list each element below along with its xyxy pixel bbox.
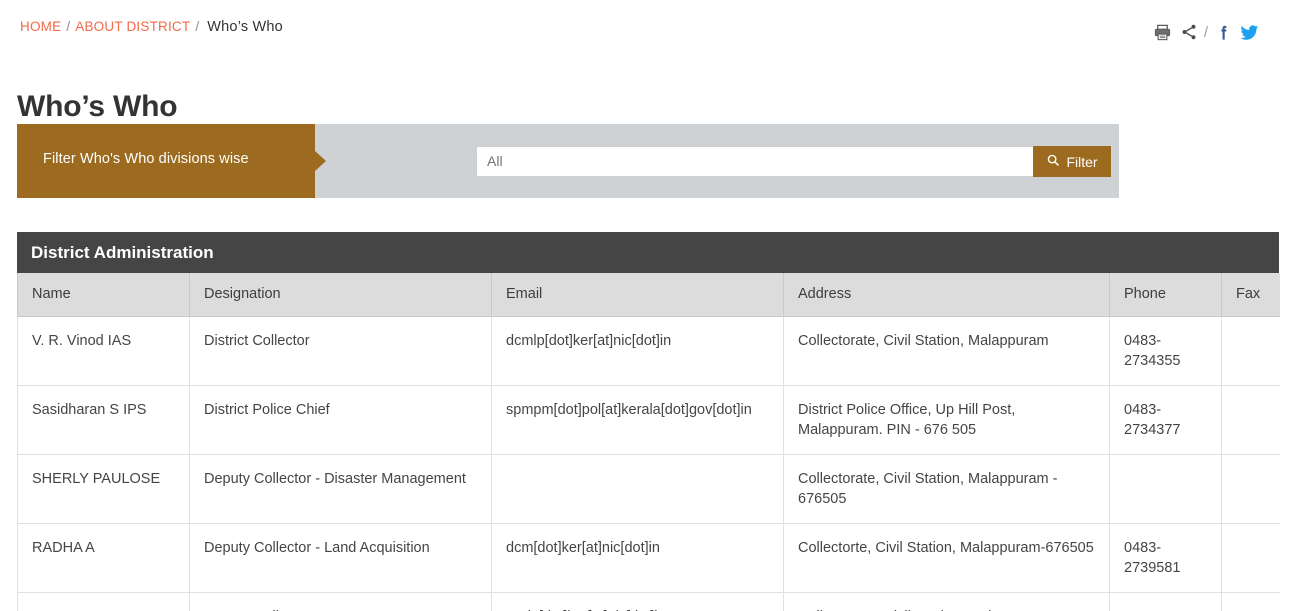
- cell-phone: [1109, 454, 1222, 524]
- top-bar: HOME / ABOUT DISTRICT / Who’s Who /: [0, 0, 1296, 58]
- filter-label: Filter Who's Who divisions wise: [43, 151, 249, 167]
- breadcrumb-about-district[interactable]: ABOUT DISTRICT: [75, 19, 190, 34]
- column-header-email: Email: [491, 273, 784, 317]
- cell-address: Collectorte, Civil Station, Malappuram-6…: [783, 523, 1110, 593]
- table-body: V. R. Vinod IAS District Collector dcmlp[d…: [17, 316, 1280, 611]
- breadcrumb-home[interactable]: HOME: [20, 19, 61, 34]
- table-row: SHERLY PAULOSE Deputy Collector - Disaste…: [17, 454, 1280, 524]
- cell-fax: [1221, 385, 1280, 455]
- column-header-address: Address: [783, 273, 1110, 317]
- cell-name: SINDU P: [17, 592, 190, 611]
- cell-fax: [1221, 523, 1280, 593]
- table-row: RADHA A Deputy Collector - Land Acquisiti…: [17, 523, 1280, 593]
- twitter-icon[interactable]: [1236, 20, 1262, 44]
- breadcrumb: HOME / ABOUT DISTRICT / Who’s Who: [20, 19, 283, 35]
- cell-name: V. R. Vinod IAS: [17, 316, 190, 386]
- cell-phone: 0483-2739574: [1109, 592, 1222, 611]
- cell-email: spmpm[dot]pol[at]kerala[dot]gov[dot]in: [491, 385, 784, 455]
- cell-fax: [1221, 316, 1280, 386]
- page-root: HOME / ABOUT DISTRICT / Who’s Who / Who’…: [0, 0, 1296, 611]
- whos-who-table-section: District Administration Name Designation…: [17, 232, 1280, 611]
- cell-email: rrmlp[dot]ker[at]nic[dot]in: [491, 592, 784, 611]
- table-row: SINDU PDeputy Collector - Revenue Recove…: [17, 592, 1280, 611]
- whos-who-table: Name Designation Email Address Phone Fax…: [17, 273, 1280, 611]
- social-share-bar: /: [1150, 20, 1262, 44]
- table-row: V. R. Vinod IAS District Collector dcmlp[d…: [17, 316, 1280, 386]
- cell-fax: [1221, 592, 1280, 611]
- cell-address: Collectorate, Civil Station, Malappuram: [783, 316, 1110, 386]
- share-icon[interactable]: [1176, 20, 1202, 44]
- cell-name: Sasidharan S IPS: [17, 385, 190, 455]
- filter-banner-arrow: [315, 151, 326, 171]
- cell-address: Collectorate, Civil Station, Malappuram …: [783, 454, 1110, 524]
- breadcrumb-separator-1: /: [66, 19, 71, 34]
- cell-designation: District Police Chief: [189, 385, 492, 455]
- division-select[interactable]: All: [476, 146, 1036, 177]
- breadcrumb-separator-2: /: [195, 19, 200, 34]
- cell-designation: Deputy Collector - Revenue Recovery: [189, 592, 492, 611]
- filter-button-label: Filter: [1066, 153, 1098, 170]
- social-separator: /: [1203, 23, 1208, 41]
- column-header-fax: Fax: [1221, 273, 1280, 317]
- cell-address: District Police Office, Up Hill Post, Ma…: [783, 385, 1110, 455]
- cell-email: dcmlp[dot]ker[at]nic[dot]in: [491, 316, 784, 386]
- table-section-title: District Administration: [17, 232, 1279, 273]
- cell-email: dcm[dot]ker[at]nic[dot]in: [491, 523, 784, 593]
- column-header-designation: Designation: [189, 273, 492, 317]
- column-header-phone: Phone: [1109, 273, 1222, 317]
- cell-phone: 0483-2734355: [1109, 316, 1222, 386]
- cell-name: SHERLY PAULOSE: [17, 454, 190, 524]
- filter-button[interactable]: Filter: [1033, 146, 1111, 177]
- cell-phone: 0483-2734377: [1109, 385, 1222, 455]
- table-header-row: Name Designation Email Address Phone Fax: [17, 273, 1280, 317]
- cell-designation: Deputy Collector - Land Acquisition: [189, 523, 492, 593]
- table-row: Sasidharan S IPS District Police Chief spm…: [17, 385, 1280, 455]
- table-head: Name Designation Email Address Phone Fax: [17, 273, 1280, 317]
- search-icon: [1046, 153, 1060, 170]
- breadcrumb-current: Who’s Who: [207, 19, 283, 35]
- page-title: Who’s Who: [17, 90, 178, 124]
- printer-icon[interactable]: [1150, 20, 1176, 44]
- filter-bar: Filter Who's Who divisions wise All Filt…: [17, 124, 1279, 198]
- cell-fax: [1221, 454, 1280, 524]
- cell-email: [491, 454, 784, 524]
- facebook-icon[interactable]: [1210, 20, 1236, 44]
- column-header-name: Name: [17, 273, 190, 317]
- cell-designation: District Collector: [189, 316, 492, 386]
- cell-address: Collectorate, Civil Station, Malappuram-…: [783, 592, 1110, 611]
- cell-designation: Deputy Collector - Disaster Management: [189, 454, 492, 524]
- cell-phone: 0483-2739581: [1109, 523, 1222, 593]
- cell-name: RADHA A: [17, 523, 190, 593]
